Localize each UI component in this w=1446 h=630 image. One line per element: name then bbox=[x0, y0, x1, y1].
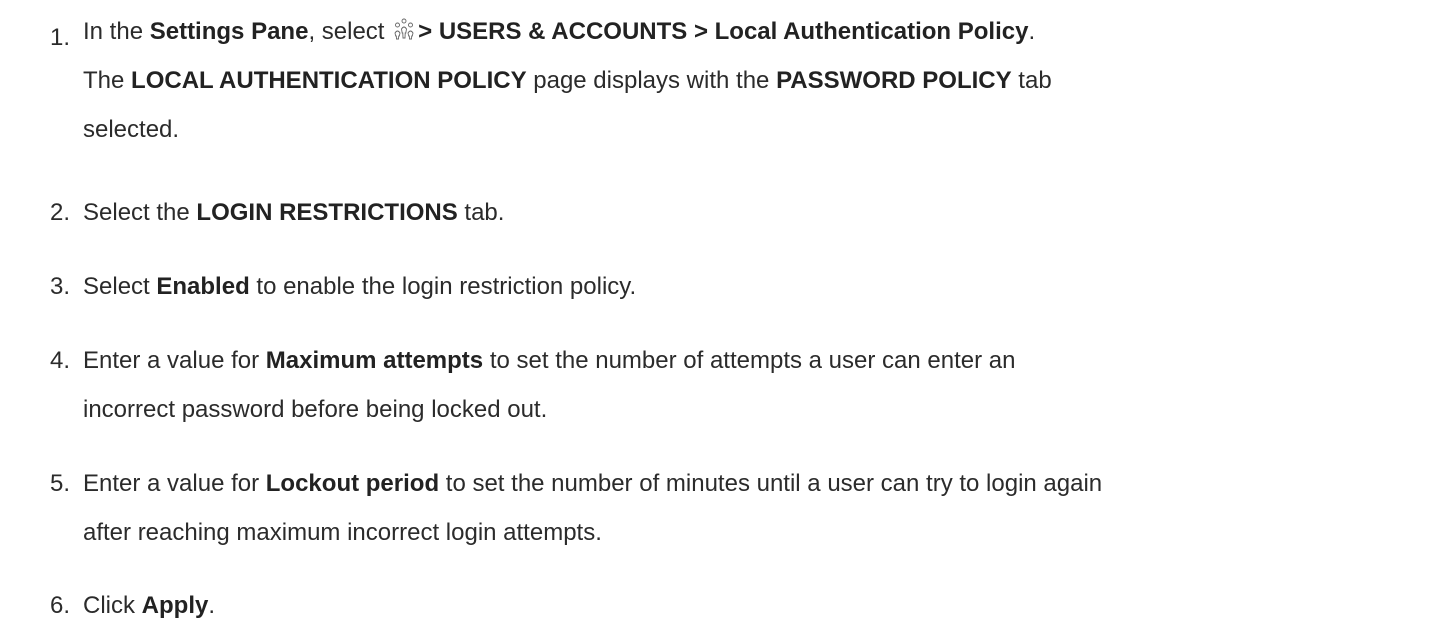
ui-reference: Settings Pane bbox=[149, 18, 309, 45]
ui-reference: Enabled bbox=[156, 273, 250, 300]
procedure-steps: 1. In the Settings Pane, select > USERS … bbox=[0, 0, 1446, 628]
ui-reference: PASSWORD POLICY bbox=[776, 67, 1012, 94]
step-body: Click Apply. bbox=[83, 581, 1440, 630]
ui-reference: Maximum attempts bbox=[265, 347, 484, 374]
step-body: In the Settings Pane, select > USERS & A… bbox=[83, 7, 1440, 154]
step-number: 2. bbox=[49, 199, 70, 226]
step-number: 5. bbox=[49, 470, 70, 497]
step-body: Select the LOGIN RESTRICTIONS tab. bbox=[83, 188, 1440, 237]
ui-reference: Apply bbox=[141, 592, 209, 619]
step-line: Click Apply. bbox=[83, 592, 216, 619]
step-line: after reaching maximum incorrect login a… bbox=[83, 519, 602, 546]
step-line: incorrect password before being locked o… bbox=[83, 396, 548, 423]
step-line: Select the LOGIN RESTRICTIONS tab. bbox=[83, 199, 505, 226]
step-number: 4. bbox=[49, 347, 70, 374]
navigation-path: > USERS & ACCOUNTS > Local Authenticatio… bbox=[418, 18, 1029, 45]
ui-reference: LOGIN RESTRICTIONS bbox=[196, 199, 458, 226]
step-number: 6. bbox=[49, 592, 70, 619]
users-icon bbox=[394, 18, 414, 40]
ui-reference: Lockout period bbox=[265, 470, 440, 497]
step-body: Enter a value for Lockout period to set … bbox=[83, 459, 1440, 557]
step-line: In the Settings Pane, select > USERS & A… bbox=[83, 18, 1036, 45]
step-number: 1. bbox=[49, 24, 70, 51]
step-line: Enter a value for Lockout period to set … bbox=[83, 470, 1103, 497]
step-line: Select Enabled to enable the login restr… bbox=[83, 273, 637, 300]
step-line: Enter a value for Maximum attempts to se… bbox=[83, 347, 1016, 374]
step-body: Select Enabled to enable the login restr… bbox=[83, 262, 1440, 311]
step-line: selected. bbox=[83, 116, 180, 143]
step-number: 3. bbox=[49, 273, 70, 300]
step-line: The LOCAL AUTHENTICATION POLICY page dis… bbox=[83, 67, 1052, 94]
ui-reference: LOCAL AUTHENTICATION POLICY bbox=[131, 67, 527, 94]
step-body: Enter a value for Maximum attempts to se… bbox=[83, 336, 1440, 434]
